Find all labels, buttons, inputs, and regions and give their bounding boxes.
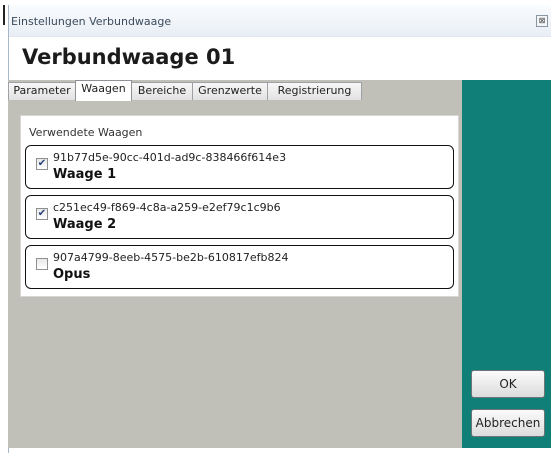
list-item[interactable]: 907a4799-8eeb-4575-be2b-610817efb824 Opu…: [25, 245, 454, 289]
scales-panel: Verwendete Waagen ✔ 91b77d5e-90cc-401d-a…: [20, 115, 459, 297]
tab-parameter[interactable]: Parameter: [8, 82, 76, 100]
tab-grenzwerte[interactable]: Grenzwerte: [192, 82, 268, 100]
item-id: 91b77d5e-90cc-401d-ad9c-838466f614e3: [53, 151, 287, 164]
tab-bereiche[interactable]: Bereiche: [131, 82, 193, 100]
item-id: c251ec49-f869-4c8a-a259-e2ef79c1c9b6: [53, 201, 281, 214]
close-icon[interactable]: ⊠: [536, 15, 548, 27]
page-title: Verbundwaage 01: [22, 45, 236, 69]
window-edge-marker: [3, 5, 5, 25]
list-item[interactable]: ✔ c251ec49-f869-4c8a-a259-e2ef79c1c9b6 W…: [25, 195, 454, 239]
tab-waagen[interactable]: Waagen: [75, 80, 132, 101]
item-id: 907a4799-8eeb-4575-be2b-610817efb824: [53, 251, 289, 264]
list-item[interactable]: ✔ 91b77d5e-90cc-401d-ad9c-838466f614e3 W…: [25, 145, 454, 189]
item-checkbox[interactable]: [36, 258, 48, 270]
tab-bar: Parameter Waagen Bereiche Grenzwerte Reg…: [8, 80, 462, 101]
title-bar: Einstellungen Verbundwaage ⊠: [9, 5, 551, 37]
window-title: Einstellungen Verbundwaage: [11, 15, 172, 28]
ok-button[interactable]: OK: [471, 370, 545, 398]
cancel-button[interactable]: Abbrechen: [471, 409, 545, 437]
item-name: Opus: [53, 267, 91, 282]
item-checkbox[interactable]: ✔: [36, 158, 48, 170]
item-checkbox[interactable]: ✔: [36, 208, 48, 220]
item-name: Waage 2: [53, 217, 117, 232]
panel-label: Verwendete Waagen: [29, 126, 143, 139]
item-name: Waage 1: [53, 167, 117, 182]
tab-registrierung[interactable]: Registrierung: [267, 82, 362, 100]
